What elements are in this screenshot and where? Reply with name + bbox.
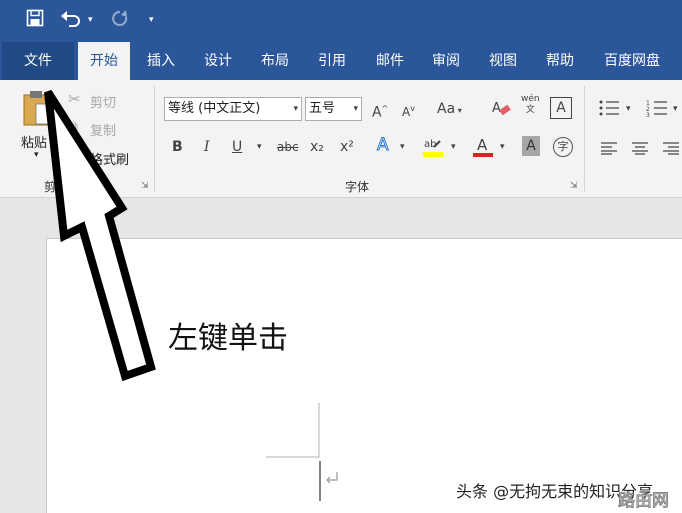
annotation-arrow-icon: [44, 89, 156, 382]
annotation-label: 左键单击: [168, 321, 288, 356]
watermark-logo-text: 路由网: [618, 491, 670, 512]
